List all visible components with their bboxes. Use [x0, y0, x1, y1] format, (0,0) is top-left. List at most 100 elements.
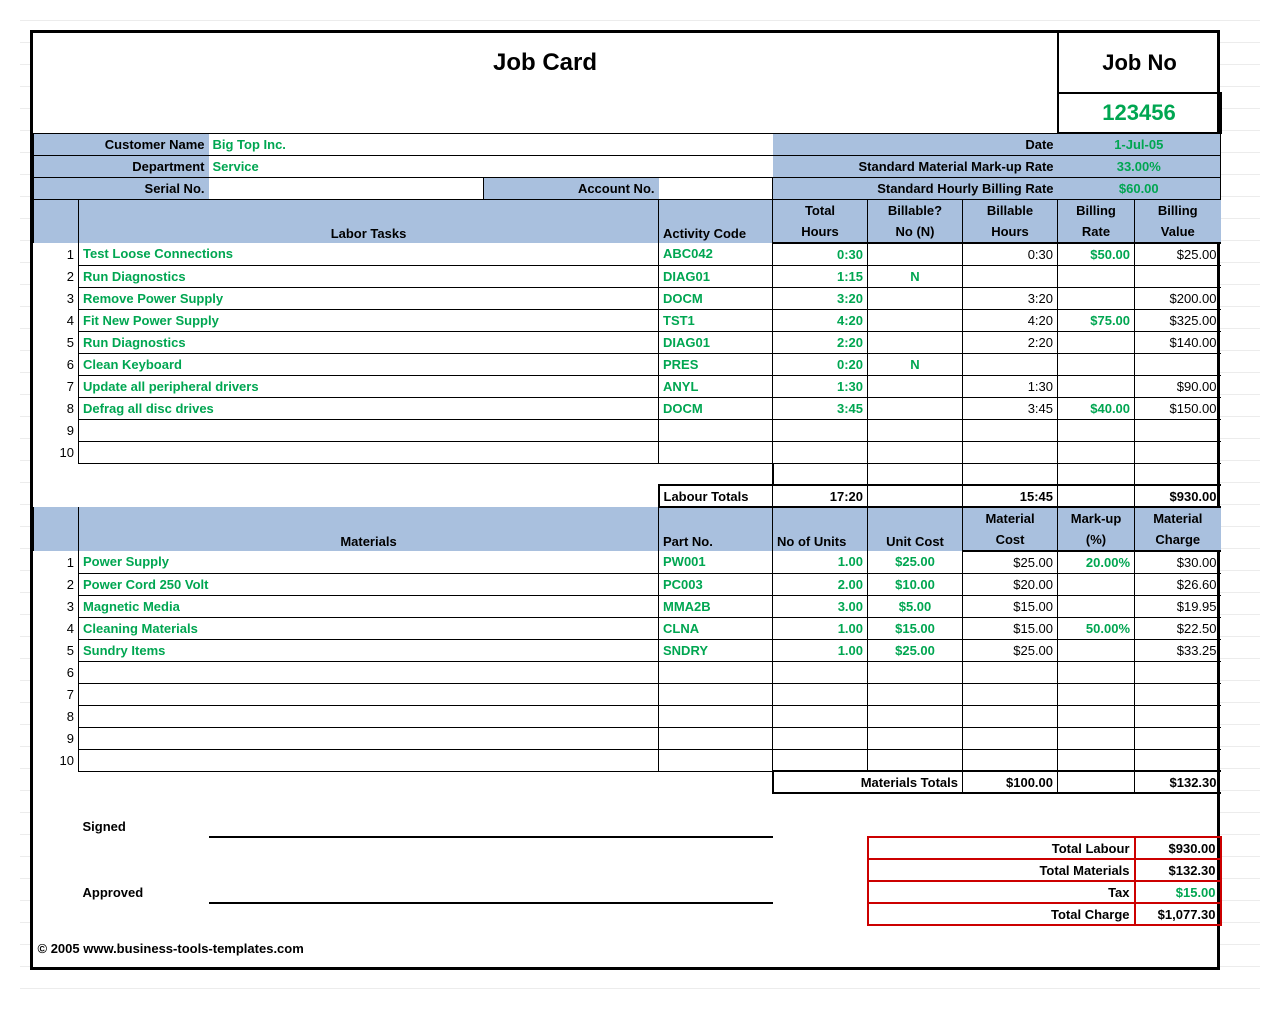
markup-pct[interactable] [1058, 705, 1135, 727]
billing-rate[interactable] [1058, 265, 1135, 287]
markup-pct[interactable] [1058, 661, 1135, 683]
billing-rate[interactable]: $75.00 [1058, 309, 1135, 331]
markup-pct[interactable]: 20.00% [1058, 551, 1135, 573]
material-name[interactable] [79, 683, 659, 705]
activity-code[interactable]: DOCM [659, 287, 773, 309]
part-no[interactable] [659, 749, 773, 771]
total-hours[interactable]: 0:30 [773, 243, 868, 265]
labor-task[interactable]: Clean Keyboard [79, 353, 659, 375]
material-name[interactable]: Sundry Items [79, 639, 659, 661]
labor-task[interactable]: Run Diagnostics [79, 265, 659, 287]
material-name[interactable] [79, 705, 659, 727]
part-no[interactable] [659, 727, 773, 749]
billing-rate[interactable] [1058, 419, 1135, 441]
total-hours[interactable]: 1:15 [773, 265, 868, 287]
tax-value[interactable]: $15.00 [1135, 881, 1221, 903]
no-units[interactable]: 2.00 [773, 573, 868, 595]
activity-code[interactable]: DOCM [659, 397, 773, 419]
markup-pct[interactable] [1058, 727, 1135, 749]
markup-pct[interactable] [1058, 595, 1135, 617]
unit-cost[interactable] [868, 661, 963, 683]
billing-rate[interactable] [1058, 331, 1135, 353]
part-no[interactable]: PC003 [659, 573, 773, 595]
no-units[interactable]: 1.00 [773, 617, 868, 639]
no-units[interactable] [773, 749, 868, 771]
activity-code[interactable] [659, 441, 773, 463]
activity-code[interactable]: PRES [659, 353, 773, 375]
labor-task[interactable]: Update all peripheral drivers [79, 375, 659, 397]
billable-no[interactable] [868, 331, 963, 353]
no-units[interactable]: 3.00 [773, 595, 868, 617]
signed-field[interactable] [209, 815, 773, 837]
markup-pct[interactable] [1058, 573, 1135, 595]
activity-code[interactable]: DIAG01 [659, 265, 773, 287]
std-hourly-value[interactable]: $60.00 [1058, 177, 1221, 199]
labor-task[interactable]: Run Diagnostics [79, 331, 659, 353]
unit-cost[interactable]: $15.00 [868, 617, 963, 639]
billing-rate[interactable] [1058, 287, 1135, 309]
material-name[interactable]: Power Supply [79, 551, 659, 573]
no-units[interactable] [773, 705, 868, 727]
billing-rate[interactable]: $50.00 [1058, 243, 1135, 265]
part-no[interactable] [659, 661, 773, 683]
unit-cost[interactable]: $5.00 [868, 595, 963, 617]
billing-rate[interactable] [1058, 375, 1135, 397]
activity-code[interactable]: DIAG01 [659, 331, 773, 353]
date-value[interactable]: 1-Jul-05 [1058, 133, 1221, 155]
unit-cost[interactable]: $10.00 [868, 573, 963, 595]
markup-pct[interactable]: 50.00% [1058, 617, 1135, 639]
approved-field[interactable] [209, 881, 773, 903]
billable-no[interactable] [868, 375, 963, 397]
part-no[interactable]: CLNA [659, 617, 773, 639]
labor-task[interactable] [79, 419, 659, 441]
account-no-value[interactable] [659, 177, 773, 199]
billing-rate[interactable] [1058, 353, 1135, 375]
activity-code[interactable]: TST1 [659, 309, 773, 331]
billable-no[interactable] [868, 441, 963, 463]
part-no[interactable]: SNDRY [659, 639, 773, 661]
total-hours[interactable]: 1:30 [773, 375, 868, 397]
billing-rate[interactable] [1058, 441, 1135, 463]
total-hours[interactable]: 3:45 [773, 397, 868, 419]
unit-cost[interactable] [868, 749, 963, 771]
total-hours[interactable]: 3:20 [773, 287, 868, 309]
labor-task[interactable]: Fit New Power Supply [79, 309, 659, 331]
billable-no[interactable] [868, 243, 963, 265]
activity-code[interactable] [659, 419, 773, 441]
activity-code[interactable]: ANYL [659, 375, 773, 397]
no-units[interactable]: 1.00 [773, 639, 868, 661]
billing-rate[interactable]: $40.00 [1058, 397, 1135, 419]
markup-pct[interactable] [1058, 749, 1135, 771]
billable-no[interactable]: N [868, 353, 963, 375]
total-hours[interactable] [773, 419, 868, 441]
labor-task[interactable]: Test Loose Connections [79, 243, 659, 265]
billable-no[interactable] [868, 287, 963, 309]
std-markup-value[interactable]: 33.00% [1058, 155, 1221, 177]
labor-task[interactable]: Defrag all disc drives [79, 397, 659, 419]
no-units[interactable] [773, 727, 868, 749]
no-units[interactable] [773, 661, 868, 683]
billable-no[interactable] [868, 309, 963, 331]
markup-pct[interactable] [1058, 683, 1135, 705]
part-no[interactable] [659, 705, 773, 727]
total-hours[interactable] [773, 441, 868, 463]
part-no[interactable] [659, 683, 773, 705]
material-name[interactable]: Magnetic Media [79, 595, 659, 617]
total-hours[interactable]: 4:20 [773, 309, 868, 331]
total-hours[interactable]: 2:20 [773, 331, 868, 353]
serial-no-value[interactable] [209, 177, 484, 199]
unit-cost[interactable]: $25.00 [868, 639, 963, 661]
material-name[interactable]: Cleaning Materials [79, 617, 659, 639]
activity-code[interactable]: ABC042 [659, 243, 773, 265]
unit-cost[interactable] [868, 727, 963, 749]
billable-no[interactable]: N [868, 265, 963, 287]
labor-task[interactable] [79, 441, 659, 463]
customer-name-value[interactable]: Big Top Inc. [209, 133, 773, 155]
jobno-value[interactable]: 123456 [1058, 93, 1221, 133]
billable-no[interactable] [868, 419, 963, 441]
material-name[interactable]: Power Cord 250 Volt [79, 573, 659, 595]
labor-task[interactable]: Remove Power Supply [79, 287, 659, 309]
markup-pct[interactable] [1058, 639, 1135, 661]
part-no[interactable]: MMA2B [659, 595, 773, 617]
department-value[interactable]: Service [209, 155, 773, 177]
